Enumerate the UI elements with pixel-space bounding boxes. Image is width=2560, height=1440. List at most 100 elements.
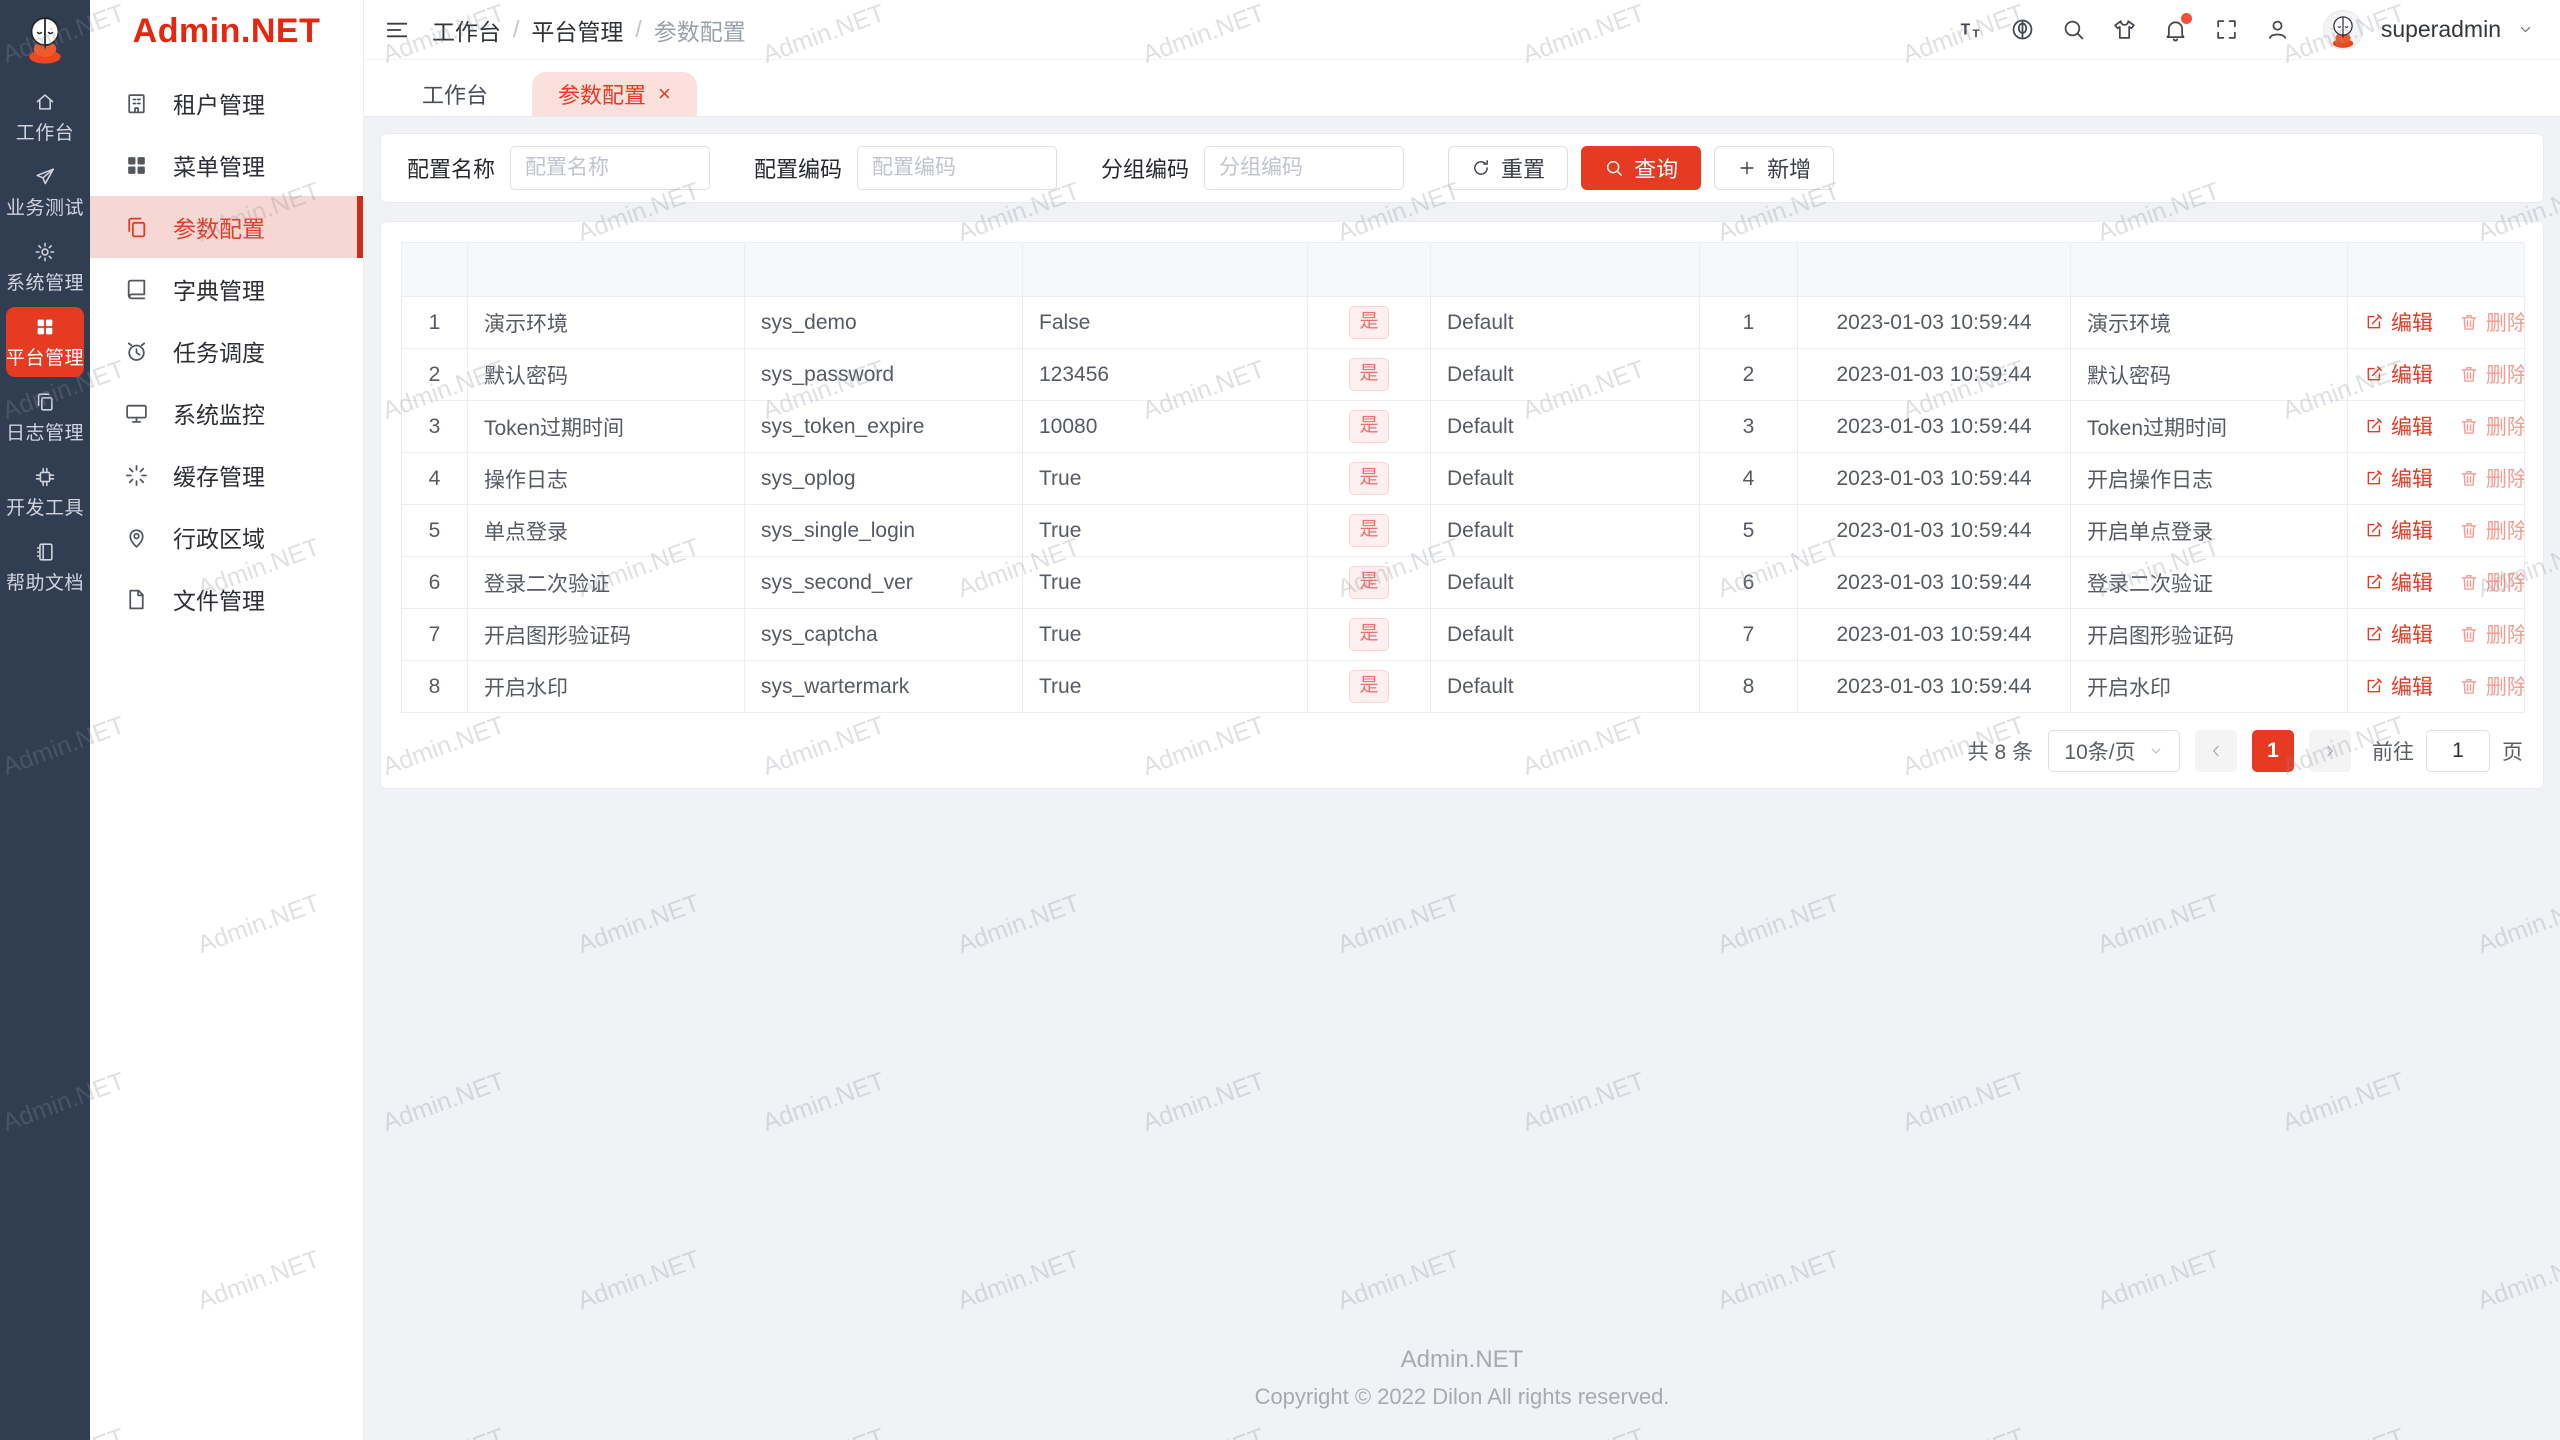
search-button[interactable] <box>2048 9 2099 50</box>
rail-item-devtools[interactable]: 开发工具 <box>6 457 84 527</box>
cell-group: Default <box>1430 504 1700 557</box>
rail-item-label: 业务测试 <box>6 198 85 219</box>
edit-icon <box>2364 364 2384 384</box>
edit-button[interactable]: 编辑 <box>2364 515 2433 545</box>
page-size-select[interactable]: 10条/页 <box>2048 730 2180 772</box>
cell-group: Default <box>1430 296 1700 349</box>
操作日志-button: 4 操作日志 sys_oplog True 是 Default 4 2023-0… <box>401 452 2525 505</box>
cell-time: 2023-01-03 10:59:44 <box>1797 296 2071 349</box>
sidebar-item-cache[interactable]: 缓存管理 <box>90 444 363 506</box>
delete-button[interactable]: 删除 <box>2459 567 2524 597</box>
cell-time: 2023-01-03 10:59:44 <box>1797 400 2071 453</box>
rail-item-logs[interactable]: 日志管理 <box>6 382 84 452</box>
sidebar-item-region[interactable]: 行政区域 <box>90 506 363 568</box>
refresh-icon <box>1471 158 1491 178</box>
filter-fields: 配置名称 配置编码 分组编码 <box>407 146 1448 190</box>
单点登录-button: 5 单点登录 sys_single_login True 是 Default 5… <box>401 504 2525 557</box>
trash-icon <box>2459 520 2479 540</box>
trash-icon <box>2459 468 2479 488</box>
filter-label: 配置编码 <box>754 157 843 182</box>
sidebar-item-monitor[interactable]: 系统监控 <box>90 382 363 444</box>
send-icon <box>34 166 56 188</box>
edit-button[interactable]: 编辑 <box>2364 411 2433 441</box>
sidebar-item-label: 系统监控 <box>173 402 265 428</box>
sidebar-item-file[interactable]: 文件管理 <box>90 568 363 630</box>
cell-actions: 编辑 删除 <box>2347 608 2525 661</box>
edit-button[interactable]: 编辑 <box>2364 671 2433 701</box>
delete-button[interactable]: 删除 <box>2459 463 2524 493</box>
delete-button[interactable]: 删除 <box>2459 307 2524 337</box>
rail-item-platform[interactable]: 平台管理 <box>6 307 84 377</box>
cell-value: 10080 <box>1022 400 1308 453</box>
sidebar-item-param-config[interactable]: 参数配置 <box>90 196 363 258</box>
edit-icon <box>2364 624 2384 644</box>
edit-button[interactable]: 编辑 <box>2364 567 2433 597</box>
cell-value: True <box>1022 452 1308 505</box>
delete-button[interactable]: 删除 <box>2459 359 2524 389</box>
close-icon[interactable]: × <box>658 83 671 105</box>
content: 配置名称 配置编码 分组编码 重置 查询 <box>364 117 2560 1440</box>
chevDown-icon <box>2148 743 2164 759</box>
rail-item-biz-test[interactable]: 业务测试 <box>6 157 84 227</box>
hamburger-icon <box>384 17 410 43</box>
reset-button[interactable]: 重置 <box>1448 146 1569 190</box>
page-1-button[interactable]: 1 <box>2252 730 2294 772</box>
sidebar-item-dict[interactable]: 字典管理 <box>90 258 363 320</box>
cell-group: Default <box>1430 400 1700 453</box>
user-avatar[interactable] <box>2322 9 2363 50</box>
notifications-button[interactable] <box>2150 9 2201 50</box>
rail-item-workbench[interactable]: 工作台 <box>6 82 84 152</box>
sidebar-item-tenant[interactable]: 租户管理 <box>90 72 363 134</box>
tabbar: 工作台 参数配置 × <box>364 60 2560 117</box>
tab-workbench[interactable]: 工作台 <box>396 72 514 116</box>
cell-time: 2023-01-03 10:59:44 <box>1797 452 2071 505</box>
app-rail: 工作台 业务测试 系统管理 平台管理 日志管理 开发工具 帮助文档 <box>0 0 90 1440</box>
cell-builtin: 是 <box>1307 400 1431 453</box>
filter-input[interactable] <box>857 146 1058 190</box>
tab-param-config[interactable]: 参数配置 × <box>532 72 697 116</box>
edit-button[interactable]: 编辑 <box>2364 359 2433 389</box>
sidebar-item-menu[interactable]: 菜单管理 <box>90 134 363 196</box>
menu-collapse-button[interactable] <box>384 17 410 43</box>
language-button[interactable] <box>1997 9 2048 50</box>
profile-button[interactable] <box>2252 9 2303 50</box>
username[interactable]: superadmin <box>2381 16 2501 43</box>
delete-button[interactable]: 删除 <box>2459 619 2524 649</box>
edit-icon <box>2364 572 2384 592</box>
sidebar-item-label: 字典管理 <box>173 278 265 304</box>
config-table-card: 1 演示环境 sys_demo False 是 Default 1 2023-0… <box>380 221 2544 789</box>
edit-button[interactable]: 编辑 <box>2364 307 2433 337</box>
font-size-button[interactable]: TT <box>1946 9 1997 50</box>
cell-remark: Token过期时间 <box>2070 400 2348 453</box>
user-dropdown-icon[interactable] <box>2517 21 2534 38</box>
cell-actions: 编辑 删除 <box>2347 296 2525 349</box>
edit-button[interactable]: 编辑 <box>2364 463 2433 493</box>
filter-input[interactable] <box>510 146 711 190</box>
rail-menu: 工作台 业务测试 系统管理 平台管理 日志管理 开发工具 帮助文档 <box>6 77 84 607</box>
breadcrumb-separator: / <box>513 16 520 42</box>
breadcrumb-item[interactable]: 参数配置 <box>654 13 746 47</box>
delete-button[interactable]: 删除 <box>2459 515 2524 545</box>
cell-sort: 6 <box>1699 556 1798 609</box>
prev-page-button[interactable] <box>2195 730 2237 772</box>
filter-input[interactable] <box>1204 146 1405 190</box>
rail-item-system[interactable]: 系统管理 <box>6 232 84 302</box>
edit-button[interactable]: 编辑 <box>2364 619 2433 649</box>
cell-sort: 1 <box>1699 296 1798 349</box>
cache-icon <box>124 463 149 488</box>
goto-page-input[interactable] <box>2426 730 2490 772</box>
next-page-button[interactable] <box>2309 730 2351 772</box>
breadcrumb-item[interactable]: 工作台 <box>432 13 501 47</box>
add-button[interactable]: 新增 <box>1714 146 1835 190</box>
breadcrumb-item[interactable]: 平台管理 <box>531 13 623 47</box>
delete-button[interactable]: 删除 <box>2459 671 2524 701</box>
theme-button[interactable] <box>2099 9 2150 50</box>
search-button[interactable]: 查询 <box>1581 146 1702 190</box>
sidebar-item-task[interactable]: 任务调度 <box>90 320 363 382</box>
开启水印-button: 8 开启水印 sys_wartermark True 是 Default 8 2… <box>401 660 2525 713</box>
rail-item-docs[interactable]: 帮助文档 <box>6 532 84 602</box>
cell-sort: 5 <box>1699 504 1798 557</box>
delete-button[interactable]: 删除 <box>2459 411 2524 441</box>
fullscreen-button[interactable] <box>2201 9 2252 50</box>
svg-text:T: T <box>1960 22 1970 39</box>
